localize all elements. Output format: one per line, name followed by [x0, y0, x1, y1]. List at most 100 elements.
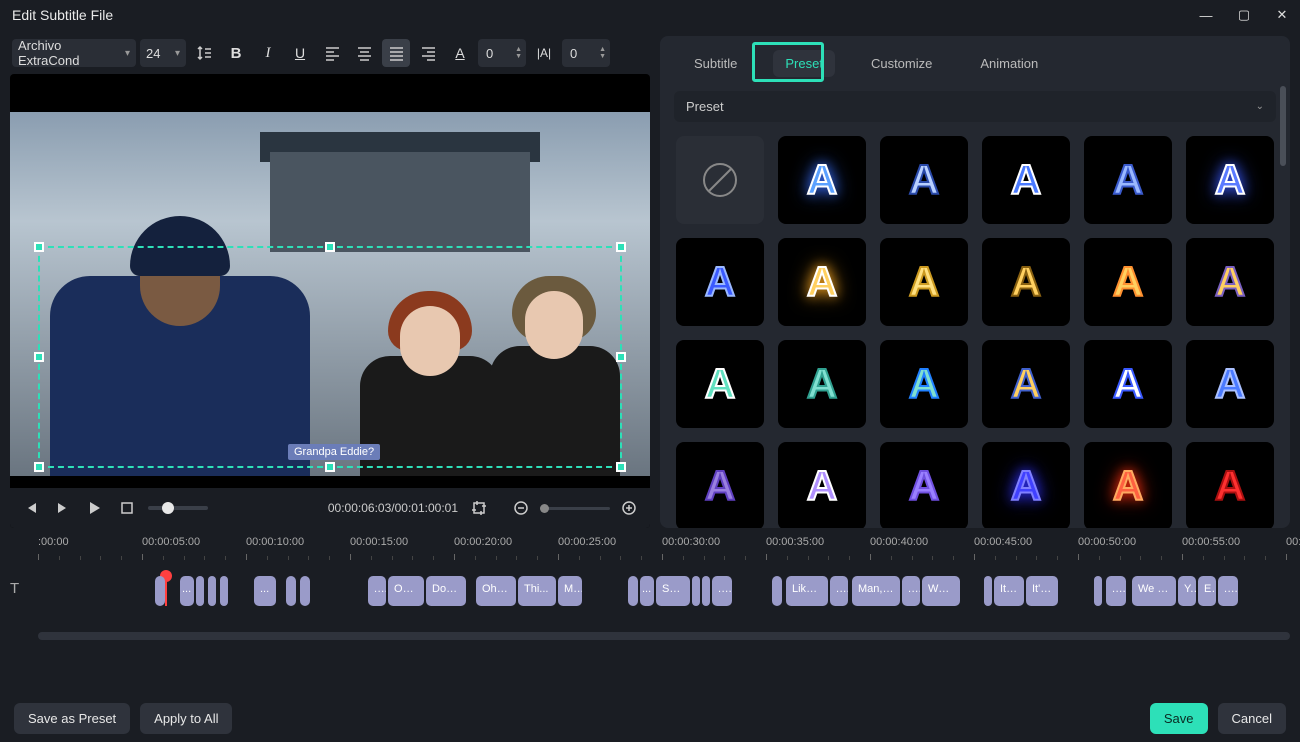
preset-tile-18[interactable]: A: [676, 442, 764, 528]
preset-tile-14[interactable]: A: [880, 340, 968, 428]
preset-tile-10[interactable]: A: [1084, 238, 1172, 326]
apply-to-all-button[interactable]: Apply to All: [140, 703, 232, 734]
minimize-button[interactable]: —: [1196, 8, 1216, 23]
subtitle-clip[interactable]: ...: [254, 576, 276, 606]
preset-tile-23[interactable]: A: [1186, 442, 1274, 528]
video-preview[interactable]: Grandpa Eddie? 00:0: [10, 74, 650, 528]
letter-spacing-icon[interactable]: |A|: [530, 39, 558, 67]
preset-tile-20[interactable]: A: [880, 442, 968, 528]
preset-none[interactable]: [676, 136, 764, 224]
preset-tile-15[interactable]: A: [982, 340, 1070, 428]
preset-tile-21[interactable]: A: [982, 442, 1070, 528]
subtitle-track[interactable]: .........Oh,...Don'...Oh, t...Thi...M...…: [38, 576, 1290, 606]
preset-tile-13[interactable]: A: [778, 340, 866, 428]
preset-tile-17[interactable]: A: [1186, 340, 1274, 428]
subtitle-clip[interactable]: [628, 576, 638, 606]
preset-tile-5[interactable]: A: [1186, 136, 1274, 224]
tab-animation[interactable]: Animation: [968, 50, 1050, 77]
crop-icon[interactable]: [468, 497, 490, 519]
subtitle-clip[interactable]: It's...: [994, 576, 1024, 606]
preset-tile-19[interactable]: A: [778, 442, 866, 528]
play-button[interactable]: [84, 497, 106, 519]
subtitle-clip[interactable]: ...: [1218, 576, 1238, 606]
subtitle-clip[interactable]: It's ...: [1026, 576, 1058, 606]
subtitle-clip[interactable]: Thi...: [518, 576, 556, 606]
save-button[interactable]: Save: [1150, 703, 1208, 734]
subtitle-clip[interactable]: ...: [180, 576, 194, 606]
playhead[interactable]: [165, 576, 167, 606]
zoom-in-button[interactable]: [618, 497, 640, 519]
save-as-preset-button[interactable]: Save as Preset: [14, 703, 130, 734]
volume-slider[interactable]: [148, 506, 208, 510]
subtitle-clip[interactable]: Oh,...: [388, 576, 424, 606]
subtitle-clip[interactable]: [155, 576, 165, 606]
subtitle-clip[interactable]: ...: [1106, 576, 1126, 606]
subtitle-overlay[interactable]: Grandpa Eddie?: [288, 444, 380, 460]
char-spacing-input[interactable]: 0 ▲▼: [478, 39, 526, 67]
underline-button[interactable]: U: [286, 39, 314, 67]
subtitle-clip[interactable]: ...: [902, 576, 920, 606]
subtitle-clip[interactable]: E...: [1198, 576, 1216, 606]
preset-tile-8[interactable]: A: [880, 238, 968, 326]
subtitle-clip[interactable]: M...: [558, 576, 582, 606]
font-size-select[interactable]: 24▾: [140, 39, 186, 67]
cancel-button[interactable]: Cancel: [1218, 703, 1286, 734]
subtitle-clip[interactable]: Wel...: [922, 576, 960, 606]
subtitle-clip[interactable]: [300, 576, 310, 606]
maximize-button[interactable]: ▢: [1234, 7, 1254, 23]
zoom-out-button[interactable]: [510, 497, 532, 519]
step-fwd-button[interactable]: [52, 497, 74, 519]
subtitle-clip[interactable]: ...: [640, 576, 654, 606]
stop-button[interactable]: [116, 497, 138, 519]
preset-tile-6[interactable]: A: [676, 238, 764, 326]
subtitle-clip[interactable]: [702, 576, 710, 606]
subtitle-clip[interactable]: ...: [830, 576, 848, 606]
subtitle-clip[interactable]: [772, 576, 782, 606]
preset-tile-1[interactable]: A: [778, 136, 866, 224]
subtitle-clip[interactable]: [220, 576, 228, 606]
font-select[interactable]: Archivo ExtraCond▾: [12, 39, 136, 67]
subtitle-clip[interactable]: Don'...: [426, 576, 466, 606]
line-height-input[interactable]: 0 ▲▼: [562, 39, 610, 67]
preset-tile-2[interactable]: A: [880, 136, 968, 224]
preset-dropdown[interactable]: Preset⌄: [674, 91, 1276, 122]
font-color-button[interactable]: A: [446, 39, 474, 67]
subtitle-clip[interactable]: [984, 576, 992, 606]
subtitle-clip[interactable]: [1094, 576, 1102, 606]
timeline-scrollbar[interactable]: [38, 632, 1290, 640]
align-center-button[interactable]: [350, 39, 378, 67]
preset-tile-12[interactable]: A: [676, 340, 764, 428]
bold-button[interactable]: B: [222, 39, 250, 67]
tab-customize[interactable]: Customize: [859, 50, 944, 77]
preset-tile-7[interactable]: A: [778, 238, 866, 326]
preset-tile-9[interactable]: A: [982, 238, 1070, 326]
tab-preset[interactable]: Preset: [773, 50, 835, 77]
subtitle-clip[interactable]: ...: [368, 576, 386, 606]
subtitle-clip[interactable]: [692, 576, 700, 606]
close-button[interactable]: ✕: [1272, 7, 1292, 23]
preset-tile-4[interactable]: A: [1084, 136, 1172, 224]
zoom-slider[interactable]: [540, 507, 610, 510]
subtitle-clip[interactable]: Oh, t...: [476, 576, 516, 606]
align-justify-button[interactable]: [382, 39, 410, 67]
subtitle-clip[interactable]: [286, 576, 296, 606]
subtitle-clip[interactable]: Sor...: [656, 576, 690, 606]
align-right-button[interactable]: [414, 39, 442, 67]
preset-tile-11[interactable]: A: [1186, 238, 1274, 326]
subtitle-clip[interactable]: ...: [712, 576, 732, 606]
subtitle-clip[interactable]: Man, ...: [852, 576, 900, 606]
subtitle-clip[interactable]: [208, 576, 216, 606]
italic-button[interactable]: I: [254, 39, 282, 67]
preset-tile-3[interactable]: A: [982, 136, 1070, 224]
line-spacing-icon[interactable]: [190, 39, 218, 67]
align-left-button[interactable]: [318, 39, 346, 67]
preset-tile-22[interactable]: A: [1084, 442, 1172, 528]
timeline-ruler[interactable]: :00:0000:00:05:0000:00:10:0000:00:15:000…: [38, 536, 1290, 566]
tab-subtitle[interactable]: Subtitle: [682, 50, 749, 77]
preset-tile-16[interactable]: A: [1084, 340, 1172, 428]
subtitle-clip[interactable]: Like ...: [786, 576, 828, 606]
step-back-button[interactable]: [20, 497, 42, 519]
subtitle-clip[interactable]: Y...: [1178, 576, 1196, 606]
scrollbar-thumb[interactable]: [1280, 86, 1286, 166]
subtitle-clip[interactable]: We c...: [1132, 576, 1176, 606]
